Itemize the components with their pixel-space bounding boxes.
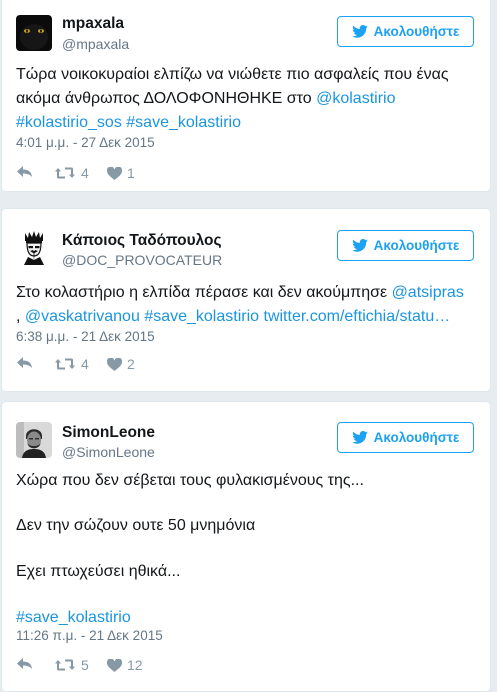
tweet-card: Κάποιος Ταδόπουλος @DOC_PROVOCATEUR Ακολ… (1, 208, 491, 392)
tweet-text-line: #kolastirio_sos #save_kolastirio (16, 111, 449, 135)
follow-label: Ακολουθήστε (373, 430, 460, 445)
like-button[interactable]: 2 (107, 356, 135, 372)
tweet-text-segment: Τώρα νοικοκυραίοι ελπίζω να νιώθετε πιο … (16, 66, 449, 83)
tweet-text-segment: ακόμα άνθρωπος ΔΟΛΟΦΟΝΗΘΗΚΕ στο (16, 90, 317, 107)
tweet-text-segment: Εχει πτωχεύσει ηθικά... (16, 563, 181, 580)
mention-link[interactable]: @vaskatrivanou (25, 308, 140, 325)
tweet-text-line: #save_kolastirio (16, 606, 131, 630)
user-handle[interactable]: @SimonLeone (62, 444, 155, 460)
tweet-text-segment: , (16, 308, 25, 325)
retweet-button[interactable]: 4 (54, 165, 89, 181)
follow-label: Ακολουθήστε (373, 238, 460, 253)
hashtag-link[interactable]: #save_kolastirio (144, 308, 259, 325)
twitter-bird-icon (351, 25, 368, 38)
reply-button[interactable] (16, 657, 33, 670)
tweet-text: Στο κολαστήριο η ελπίδα πέρασε και δεν α… (16, 281, 464, 329)
user-handle[interactable]: @mpaxala (62, 36, 129, 52)
follow-button[interactable]: Ακολουθήστε (337, 16, 474, 47)
follow-button[interactable]: Ακολουθήστε (337, 230, 474, 261)
display-name[interactable]: SimonLeone (62, 424, 155, 442)
avatar[interactable] (16, 229, 52, 265)
timestamp[interactable]: 4:01 μ.μ. - 27 Δεκ 2015 (16, 135, 155, 150)
retweet-icon (55, 358, 75, 370)
heart-icon (107, 166, 122, 180)
reply-icon (17, 658, 32, 669)
tweet-text-segment: Στο κολαστήριο η ελπίδα πέρασε και δεν α… (16, 284, 392, 301)
retweet-icon (55, 167, 75, 179)
hashtag-link[interactable]: #save_kolastirio (16, 609, 131, 626)
heart-icon (107, 357, 122, 371)
like-count: 12 (127, 657, 143, 673)
user-handle[interactable]: @DOC_PROVOCATEUR (62, 252, 222, 268)
tweet-card: SimonLeone @SimonLeone Ακολουθήστε Χώρα … (1, 401, 491, 692)
twitter-bird-icon (351, 239, 368, 252)
reply-icon (17, 357, 32, 368)
retweet-button[interactable]: 4 (54, 356, 89, 372)
reply-icon (17, 166, 32, 177)
follow-button[interactable]: Ακολουθήστε (337, 422, 474, 453)
like-button[interactable]: 12 (107, 657, 143, 673)
tweet-text-segment: Δεν την σώζουν ουτε 50 μνημόνια (16, 517, 256, 534)
timestamp[interactable]: 11:26 π.μ. - 21 Δεκ 2015 (16, 628, 163, 643)
like-count: 1 (127, 165, 135, 181)
retweet-icon (55, 659, 75, 671)
tweet-text-line: ακόμα άνθρωπος ΔΟΛΟΦΟΝΗΘΗΚΕ στο @kolasti… (16, 87, 449, 111)
mention-link[interactable]: @atsipras (392, 284, 464, 301)
retweet-count: 4 (81, 165, 89, 181)
mention-link[interactable]: @kolastirio (316, 90, 395, 107)
tweet-text-line: Στο κολαστήριο η ελπίδα πέρασε και δεν α… (16, 281, 464, 305)
url-link[interactable]: twitter.com/eftichia/statu… (264, 308, 451, 325)
like-button[interactable]: 1 (107, 165, 135, 181)
tweet-text-segment: Χώρα που δεν σέβεται τους φυλακισμένους … (16, 472, 364, 489)
tweet-card: mpaxala @mpaxala Ακολουθήστε Τώρα νοικοκ… (1, 0, 491, 192)
tweet-text-line: Εχει πτωχεύσει ηθικά... (16, 560, 180, 584)
retweet-button[interactable]: 5 (54, 657, 89, 673)
tweet-text: Τώρα νοικοκυραίοι ελπίζω να νιώθετε πιο … (16, 63, 449, 135)
reply-button[interactable] (16, 165, 33, 178)
retweet-count: 4 (81, 356, 89, 372)
timestamp[interactable]: 6:38 μ.μ. - 21 Δεκ 2015 (16, 329, 155, 344)
like-count: 2 (127, 356, 135, 372)
retweet-count: 5 (81, 657, 89, 673)
tweet-text-line: Δεν την σώζουν ουτε 50 μνημόνια (16, 514, 255, 538)
hashtag-link[interactable]: #kolastirio_sos (16, 114, 122, 131)
tweet-text-line: Τώρα νοικοκυραίοι ελπίζω να νιώθετε πιο … (16, 63, 449, 87)
display-name[interactable]: Κάποιος Ταδόπουλος (62, 232, 222, 250)
twitter-bird-icon (351, 431, 368, 444)
heart-icon (107, 658, 122, 672)
tweet-text-line: Χώρα που δεν σέβεται τους φυλακισμένους … (16, 469, 364, 493)
reply-button[interactable] (16, 356, 33, 369)
tweet-text-line: , @vaskatrivanou #save_kolastirio twitte… (16, 305, 464, 329)
display-name[interactable]: mpaxala (62, 15, 124, 33)
avatar[interactable] (16, 15, 52, 51)
follow-label: Ακολουθήστε (373, 24, 460, 39)
hashtag-link[interactable]: #save_kolastirio (126, 114, 241, 131)
avatar[interactable] (16, 422, 52, 458)
